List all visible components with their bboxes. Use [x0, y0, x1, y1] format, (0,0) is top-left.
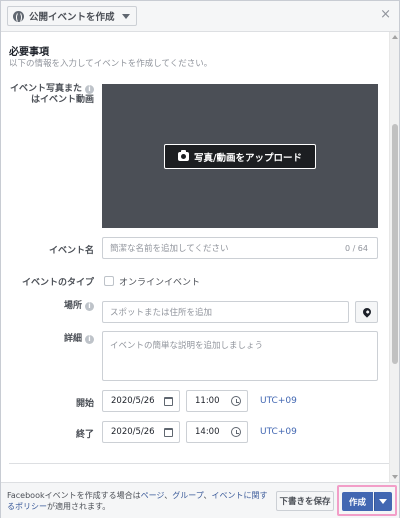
create-options-button[interactable]	[374, 492, 392, 511]
privacy-label: 公開イベントを作成	[29, 12, 115, 23]
details-placeholder: イベントの簡単な説明を追加しましょう	[110, 341, 264, 351]
policy-notice: Facebookイベントを作成する場合はページ、グループ、イベントに関するポリシ…	[7, 490, 275, 512]
save-draft-button[interactable]: 下書きを保存	[276, 491, 334, 511]
map-pin-icon	[360, 306, 373, 318]
section-divider	[9, 463, 389, 464]
start-date-input[interactable]: 2020/5/26	[102, 390, 180, 412]
event-name-label: イベント名	[48, 246, 94, 256]
location-label: 場所 i	[9, 298, 94, 311]
privacy-selector-button[interactable]: 公開イベントを作成	[7, 6, 137, 26]
char-counter: 0 / 64	[344, 244, 368, 253]
chevron-down-icon	[379, 499, 387, 504]
section-title: 必要事項	[9, 47, 49, 58]
form-scroll-area[interactable]: 必要事項 以下の情報を入力してイベントを作成してください。 イベント写真また i …	[1, 32, 399, 482]
start-timezone-link[interactable]: UTC+09	[260, 396, 297, 406]
scrollbar[interactable]	[389, 32, 399, 482]
details-label: 詳細 i	[9, 331, 94, 344]
groups-link[interactable]: グループ	[172, 491, 203, 500]
event-name-input[interactable]: 簡潔な名前を追加してください 0 / 64	[102, 237, 378, 259]
create-event-dialog: 公開イベントを作成 × 必要事項 以下の情報を入力してイベントを作成してください…	[0, 0, 400, 518]
location-label-text: 場所	[63, 301, 82, 311]
end-label: 終了	[75, 430, 94, 440]
details-textarea[interactable]: イベントの簡単な説明を追加しましょう	[102, 331, 378, 381]
start-label: 開始	[75, 399, 94, 409]
end-timezone-link[interactable]: UTC+09	[260, 427, 297, 437]
start-date-value: 2020/5/26	[111, 396, 155, 406]
close-icon[interactable]: ×	[380, 8, 391, 21]
photo-label: イベント写真また i はイベント動画	[9, 84, 94, 106]
photo-label-line1: イベント写真また	[9, 84, 82, 94]
policy-separator: 、	[164, 491, 173, 500]
clock-icon	[231, 427, 241, 437]
end-time-input[interactable]: 14:00	[186, 421, 248, 443]
info-icon[interactable]: i	[85, 85, 94, 94]
scroll-up-icon[interactable]	[392, 35, 398, 39]
start-time-value: 11:00	[195, 396, 220, 406]
online-event-checkbox[interactable]	[104, 276, 114, 286]
end-date-value: 2020/5/26	[111, 427, 155, 437]
clock-icon	[231, 396, 241, 406]
map-pin-button[interactable]	[355, 301, 378, 323]
location-input[interactable]: スポットまたは住所を追加	[102, 301, 349, 323]
details-label-text: 詳細	[63, 334, 82, 344]
photo-upload-area[interactable]: 写真/動画をアップロード	[102, 84, 378, 228]
policy-text-prefix: Facebookイベントを作成する場合は	[7, 491, 141, 500]
photo-label-line2: はイベント動画	[30, 95, 94, 105]
calendar-icon	[164, 428, 173, 437]
upload-photo-button[interactable]: 写真/動画をアップロード	[164, 144, 316, 169]
globe-icon	[13, 10, 24, 23]
create-button-group: 作成	[337, 485, 397, 516]
scrollbar-thumb[interactable]	[392, 124, 398, 364]
scroll-down-icon[interactable]	[392, 475, 398, 479]
camera-icon	[178, 150, 189, 161]
online-event-label[interactable]: オンラインイベント	[119, 275, 200, 288]
event-type-label: イベントのタイプ	[21, 278, 94, 288]
calendar-icon	[164, 397, 173, 406]
section-subtitle: 以下の情報を入力してイベントを作成してください。	[9, 59, 213, 69]
dialog-footer: Facebookイベントを作成する場合はページ、グループ、イベントに関するポリシ…	[1, 482, 399, 518]
info-icon[interactable]: i	[85, 302, 94, 311]
pages-link[interactable]: ページ	[141, 491, 165, 500]
end-time-value: 14:00	[195, 427, 220, 437]
end-date-input[interactable]: 2020/5/26	[102, 421, 180, 443]
dialog-header: 公開イベントを作成 ×	[1, 1, 399, 32]
policy-text-suffix: が適用されます。	[47, 502, 111, 511]
upload-label: 写真/動画をアップロード	[194, 152, 302, 164]
info-icon[interactable]: i	[85, 335, 94, 344]
create-button[interactable]: 作成	[342, 492, 373, 511]
event-name-placeholder: 簡潔な名前を追加してください	[110, 244, 229, 254]
start-time-input[interactable]: 11:00	[186, 390, 248, 412]
chevron-down-icon	[121, 13, 130, 19]
location-placeholder: スポットまたは住所を追加	[110, 308, 213, 318]
